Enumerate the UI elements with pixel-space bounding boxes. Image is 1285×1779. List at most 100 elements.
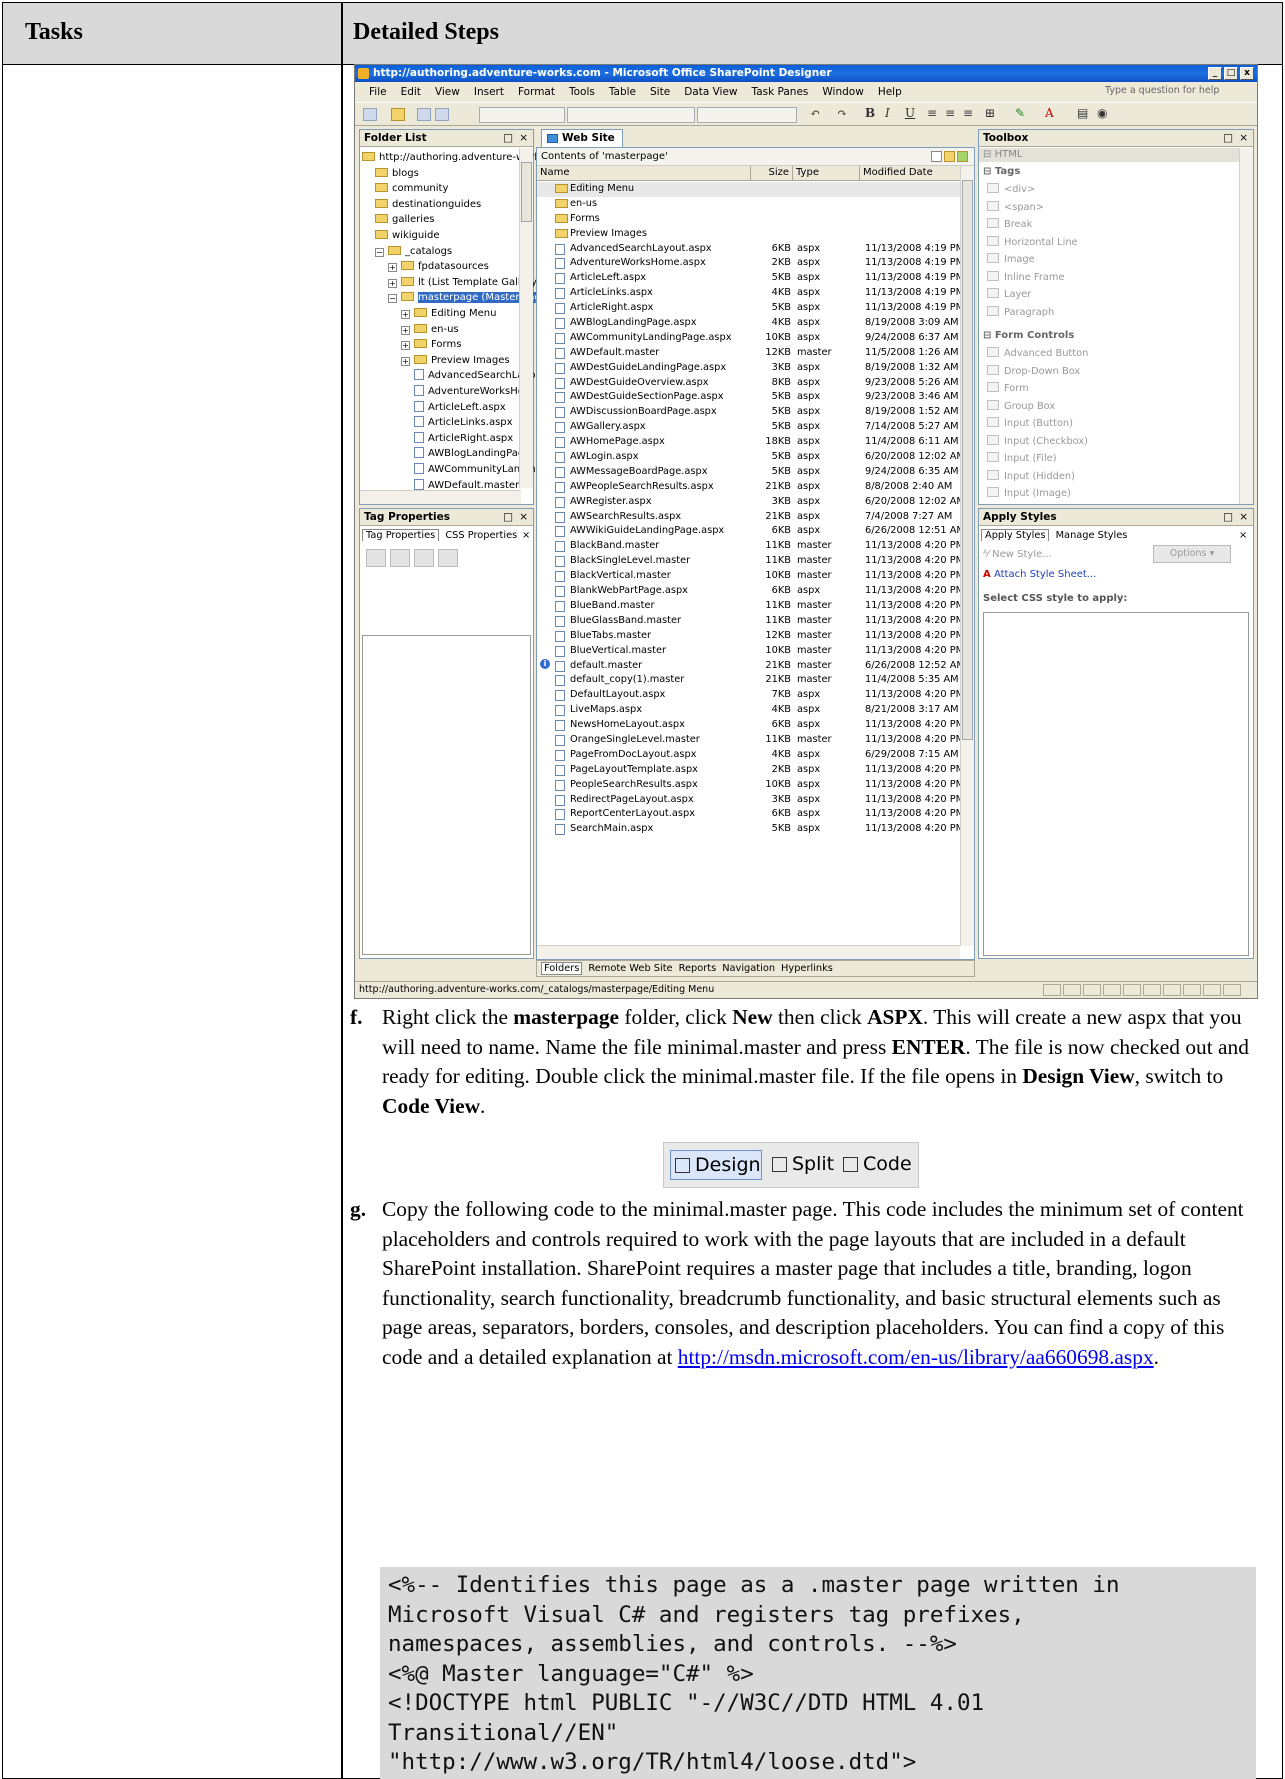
- categorize-icon[interactable]: [366, 549, 386, 567]
- redo-icon[interactable]: ↷: [837, 106, 847, 120]
- tab-folders[interactable]: Folders: [541, 962, 583, 975]
- toolbox-item[interactable]: Layer: [987, 287, 1031, 303]
- table-row[interactable]: AWCommunityLandingPage.aspx 10KB aspx 9/24/…: [537, 331, 960, 346]
- expand-icon[interactable]: +: [401, 356, 410, 366]
- table-row[interactable]: BlankWebPartPage.aspx 6KB aspx 11/13/2008 4…: [537, 584, 964, 599]
- toolbox-item[interactable]: Form: [987, 381, 1029, 397]
- html-section[interactable]: ⊟ HTML: [979, 148, 1241, 162]
- table-row[interactable]: AdventureWorksHome.aspx 2KB aspx 11/13/2008…: [537, 256, 964, 271]
- help-search-input[interactable]: Type a question for help: [1105, 85, 1235, 99]
- tree-item[interactable]: community: [375, 181, 448, 196]
- tree-item[interactable]: + en-us: [401, 322, 459, 337]
- insert-icon[interactable]: ◉: [1097, 106, 1107, 120]
- toolbox-item[interactable]: Image: [987, 252, 1035, 268]
- code-view-button[interactable]: Code: [839, 1150, 912, 1180]
- table-row[interactable]: Preview Images: [537, 227, 960, 242]
- layers-icon[interactable]: ▤: [1077, 106, 1088, 120]
- tree-item[interactable]: AWCommunityLandin: [414, 462, 536, 477]
- collapse-icon[interactable]: −: [388, 294, 397, 304]
- restore-icon[interactable]: □: [503, 130, 513, 147]
- expand-icon[interactable]: +: [388, 278, 397, 288]
- tree-item[interactable]: + fpdatasources: [388, 259, 489, 274]
- file-list-hscrollbar[interactable]: [537, 945, 960, 959]
- align-left-icon[interactable]: ≡: [927, 106, 937, 120]
- restore-icon[interactable]: □: [1223, 509, 1233, 526]
- table-row[interactable]: ArticleRight.aspx 5KB aspx 11/13/2008 4:19 …: [537, 301, 964, 316]
- tree-item[interactable]: blogs: [375, 166, 419, 181]
- table-row[interactable]: BlueVertical.master 10KB master 11/13/2008 …: [537, 644, 964, 659]
- expand-icon[interactable]: +: [401, 310, 410, 319]
- table-row[interactable]: AWDiscussionBoardPage.aspx 5KB aspx 8/19/20…: [537, 405, 960, 420]
- attach-style-sheet-link[interactable]: A Attach Style Sheet...: [983, 569, 1096, 580]
- tree-item[interactable]: destinationguides: [375, 197, 481, 212]
- col-name[interactable]: Name: [537, 166, 751, 180]
- toolbox-item[interactable]: Input (Hidden): [987, 469, 1075, 485]
- menu-format[interactable]: Format: [518, 86, 555, 98]
- table-row[interactable]: AWGallery.aspx 5KB aspx 7/14/2008 5:27 AM: [537, 420, 960, 435]
- tab-reports[interactable]: Reports: [679, 963, 717, 974]
- close-pane-icon[interactable]: ×: [519, 509, 528, 526]
- tree-item[interactable]: + lt (List Template Gallery): [388, 275, 541, 290]
- tree-item[interactable]: ArticleRight.aspx: [414, 431, 513, 446]
- close-tab-icon[interactable]: ×: [1239, 528, 1247, 543]
- table-row[interactable]: Forms: [537, 212, 960, 227]
- table-row[interactable]: ArticleLinks.aspx 4KB aspx 11/13/2008 4:19 …: [537, 286, 964, 301]
- font-combo[interactable]: [567, 107, 695, 123]
- table-row[interactable]: ArticleLeft.aspx 5KB aspx 11/13/2008 4:19 P…: [537, 271, 964, 286]
- menu-view[interactable]: View: [435, 86, 460, 98]
- expand-icon[interactable]: +: [401, 341, 410, 351]
- menu-data-view[interactable]: Data View: [684, 86, 737, 98]
- restore-icon[interactable]: □: [1223, 130, 1233, 147]
- sort-icon[interactable]: [390, 549, 410, 567]
- table-row[interactable]: Editing Menu: [537, 182, 960, 197]
- tag-properties-icon[interactable]: [438, 549, 458, 567]
- table-row[interactable]: AdvancedSearchLayout.aspx 6KB aspx 11/13/20…: [537, 242, 964, 257]
- form-controls-section[interactable]: ⊟ Form Controls: [983, 328, 1074, 344]
- table-row[interactable]: BlueBand.master 11KB master 11/13/2008 4:20…: [537, 599, 964, 614]
- table-row[interactable]: AWHomePage.aspx 18KB aspx 11/4/2008 6:11 AM: [537, 435, 960, 450]
- toolbox-item[interactable]: Input (File): [987, 451, 1057, 467]
- table-row[interactable]: AWWikiGuideLandingPage.aspx 6KB aspx 6/26/2…: [537, 524, 965, 539]
- menu-site[interactable]: Site: [650, 86, 670, 98]
- table-row[interactable]: AWDestGuideLandingPage.aspx 3KB aspx 8/19/2…: [537, 361, 960, 376]
- toolbox-item[interactable]: Group Box: [987, 399, 1055, 415]
- close-icon[interactable]: x: [1240, 67, 1254, 80]
- save-icon[interactable]: [417, 108, 431, 121]
- table-row[interactable]: NewsHomeLayout.aspx 6KB aspx 11/13/2008 4:2…: [537, 718, 964, 733]
- tab-remote-web-site[interactable]: Remote Web Site: [588, 963, 672, 974]
- table-row[interactable]: en-us: [537, 197, 960, 212]
- borders-icon[interactable]: ⊞: [985, 106, 995, 120]
- size-combo[interactable]: [697, 107, 797, 123]
- table-row[interactable]: AWLogin.aspx 5KB aspx 6/20/2008 12:02 AM: [537, 450, 965, 465]
- tree-item[interactable]: AdventureWorksHom: [414, 384, 534, 399]
- toolbox-item[interactable]: <div>: [987, 182, 1035, 198]
- toolbox-item[interactable]: Horizontal Line: [987, 235, 1078, 251]
- new-style-link[interactable]: ᴬ⁄ New Style...: [983, 549, 1052, 560]
- col-modified-date[interactable]: Modified Date: [860, 166, 960, 180]
- tab-tag-properties[interactable]: Tag Properties: [362, 529, 440, 541]
- tree-item[interactable]: + Preview Images: [401, 353, 510, 368]
- style-combo[interactable]: [479, 107, 565, 123]
- open-folder-icon[interactable]: [391, 108, 405, 121]
- table-row[interactable]: OrangeSingleLevel.master 11KB master 11/13/…: [537, 733, 964, 748]
- toolbox-scrollbar[interactable]: [1239, 148, 1253, 504]
- split-view-button[interactable]: Split: [768, 1150, 834, 1180]
- restore-icon[interactable]: □: [503, 509, 513, 526]
- table-row[interactable]: BlueTabs.master 12KB master 11/13/2008 4:20…: [537, 629, 964, 644]
- menu-help[interactable]: Help: [878, 86, 902, 98]
- design-view-button[interactable]: Design: [670, 1150, 762, 1180]
- toolbox-item[interactable]: Input (Button): [987, 416, 1073, 432]
- tree-item[interactable]: galleries: [375, 212, 434, 227]
- expand-icon[interactable]: +: [401, 325, 410, 335]
- toolbox-item[interactable]: <span>: [987, 200, 1044, 216]
- tree-item[interactable]: ArticleLinks.aspx: [414, 415, 513, 430]
- menu-edit[interactable]: Edit: [401, 86, 421, 98]
- toolbox-item[interactable]: Input (Image): [987, 486, 1071, 502]
- toolbox-item[interactable]: Advanced Button: [987, 346, 1088, 362]
- new-folder-icon[interactable]: [944, 151, 955, 162]
- table-row[interactable]: i default.master 21KB master 6/26/2008 12:52…: [537, 658, 965, 674]
- table-row[interactable]: AWSearchResults.aspx 21KB aspx 7/4/2008 7:2…: [537, 510, 960, 525]
- tags-section[interactable]: ⊟ Tags: [983, 164, 1020, 180]
- toolbox-item[interactable]: Paragraph: [987, 305, 1054, 321]
- msdn-link[interactable]: http://msdn.microsoft.com/en-us/library/…: [678, 1345, 1154, 1369]
